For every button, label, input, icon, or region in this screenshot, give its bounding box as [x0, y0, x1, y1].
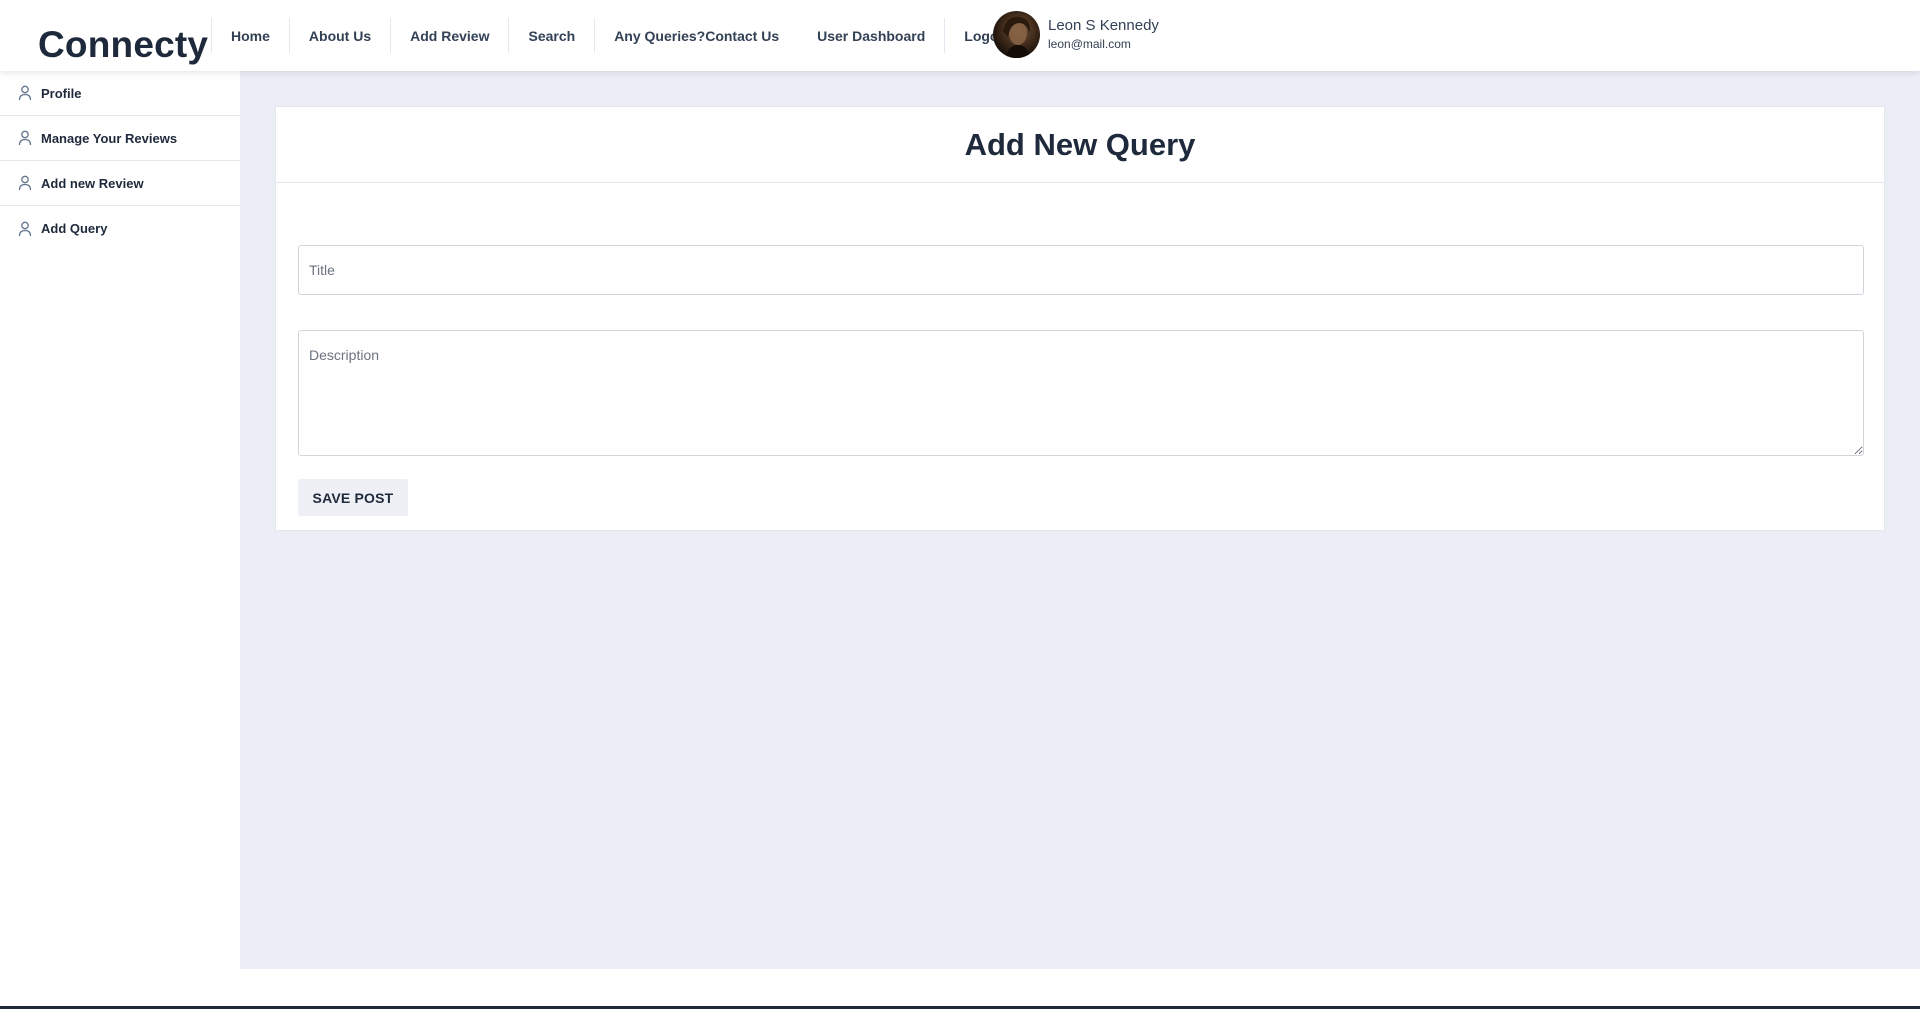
- main-nav: Home About Us Add Review Search Any Quer…: [211, 18, 1031, 53]
- sidebar: Profile Manage Your Reviews Add new Revi…: [0, 71, 240, 1009]
- sidebar-item-label: Add new Review: [41, 175, 144, 191]
- sidebar-item-add-review[interactable]: Add new Review: [0, 161, 240, 206]
- page-title: Add New Query: [964, 126, 1196, 162]
- top-navbar: Connecty Home About Us Add Review Search…: [0, 0, 1920, 71]
- nav-contact-link[interactable]: Any Queries?Contact Us: [594, 18, 798, 53]
- user-name: Leon S Kennedy: [1048, 17, 1159, 34]
- title-input[interactable]: [298, 245, 1864, 295]
- sidebar-item-add-query[interactable]: Add Query: [0, 206, 240, 251]
- user-email: leon@mail.com: [1048, 37, 1131, 51]
- user-profile-block[interactable]: Leon S Kennedy leon@mail.com: [993, 11, 1159, 58]
- add-query-card: Add New Query SAVE POST: [275, 106, 1885, 531]
- sidebar-item-profile[interactable]: Profile: [0, 71, 240, 116]
- nav-search-link[interactable]: Search: [508, 18, 594, 53]
- nav-dashboard-link[interactable]: User Dashboard: [798, 18, 944, 53]
- user-icon: [18, 85, 32, 101]
- footer-strip: [240, 969, 1920, 1009]
- user-icon: [18, 130, 32, 146]
- sidebar-item-label: Manage Your Reviews: [41, 130, 178, 146]
- description-textarea[interactable]: [298, 330, 1864, 456]
- nav-add-review-link[interactable]: Add Review: [390, 18, 508, 53]
- card-header: Add New Query: [276, 107, 1884, 183]
- user-info: Leon S Kennedy leon@mail.com: [1048, 17, 1159, 52]
- sidebar-item-manage-reviews[interactable]: Manage Your Reviews: [0, 116, 240, 161]
- nav-home-link[interactable]: Home: [211, 18, 289, 53]
- sidebar-item-label: Add Query: [41, 221, 108, 236]
- user-icon: [18, 221, 32, 237]
- avatar-portrait-icon: [1003, 16, 1031, 58]
- nav-about-link[interactable]: About Us: [288, 18, 390, 53]
- sidebar-item-label: Profile: [41, 85, 82, 101]
- brand-logo[interactable]: Connecty: [38, 23, 208, 67]
- user-icon: [18, 175, 32, 191]
- avatar[interactable]: [993, 11, 1040, 58]
- save-post-button[interactable]: SAVE POST: [298, 479, 408, 516]
